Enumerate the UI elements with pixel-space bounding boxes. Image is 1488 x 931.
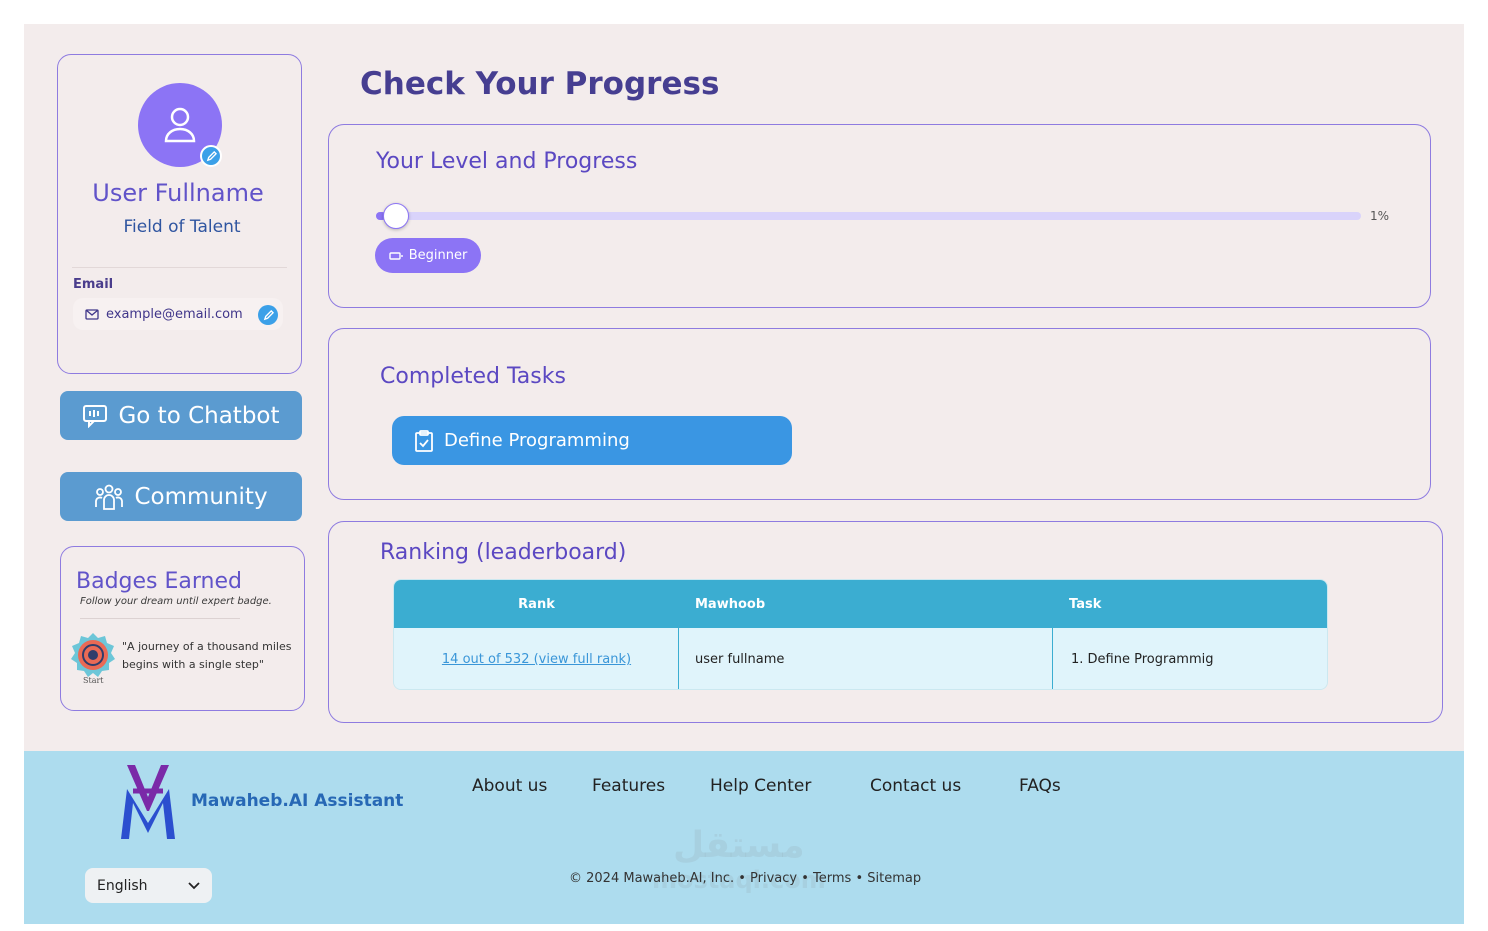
brand-name: Mawaheb.AI Assistant (191, 791, 404, 811)
badges-title: Badges Earned (76, 569, 242, 594)
community-icon (95, 484, 124, 510)
page: User Fullname Field of Talent Email exam… (24, 24, 1464, 924)
badge-quote: "A journey of a thousand miles begins wi… (122, 640, 292, 671)
task-button[interactable]: Define Programming (392, 416, 792, 465)
leaderboard-table: Rank Mawhoob Task 14 out of 532 (view fu… (393, 579, 1328, 690)
divider (80, 618, 240, 619)
email-field[interactable]: example@email.com (73, 298, 283, 330)
user-fullname: User Fullname (92, 179, 264, 207)
footer-link-contact[interactable]: Contact us (870, 776, 961, 796)
footer: Mawaheb.AI Assistant About us Features H… (24, 751, 1464, 924)
ranking-panel: Ranking (leaderboard) Rank Mawhoob Task … (328, 521, 1443, 723)
level-badge: Beginner (375, 238, 481, 273)
table-header-row: Rank Mawhoob Task (394, 580, 1327, 628)
language-select[interactable]: English (85, 868, 212, 903)
badges-subtitle: Follow your dream until expert badge. (80, 596, 272, 607)
badges-card: Badges Earned Follow your dream until ex… (60, 546, 305, 711)
divider (72, 267, 287, 268)
language-value: English (97, 877, 148, 894)
progress-track (376, 212, 1361, 220)
footer-link-about[interactable]: About us (472, 776, 547, 796)
column-header-task: Task (1069, 596, 1102, 612)
watermark-arabic: مستقل (673, 825, 805, 866)
user-icon (164, 107, 196, 143)
footer-link-help-center[interactable]: Help Center (710, 776, 811, 796)
watermark: مستقل mostaql.com (652, 825, 826, 897)
chatbot-label: Go to Chatbot (118, 402, 280, 429)
chevron-down-icon (188, 881, 200, 889)
field-of-talent: Field of Talent (123, 217, 241, 237)
profile-card: User Fullname Field of Talent Email exam… (57, 54, 302, 374)
column-header-rank: Rank (518, 596, 555, 612)
column-header-mawhoob: Mawhoob (695, 596, 766, 612)
start-badge-icon (71, 633, 115, 677)
completed-tasks-panel: Completed Tasks Define Programming (328, 328, 1431, 500)
email-value: example@email.com (106, 306, 243, 322)
progress-percent: 1% (1370, 209, 1390, 223)
mail-icon (85, 308, 99, 320)
avatar-edit-icon[interactable] (200, 145, 222, 167)
level-icon (388, 251, 403, 260)
badge-caption: Start (83, 676, 104, 685)
ranking-title: Ranking (leaderboard) (380, 540, 627, 565)
task-label: Define Programming (444, 430, 630, 451)
level-name: Beginner (408, 248, 468, 263)
email-label: Email (73, 277, 114, 292)
footer-link-features[interactable]: Features (592, 776, 665, 796)
copyright: © 2024 Mawaheb.AI, Inc. • Privacy • Term… (569, 871, 922, 886)
table-row: 14 out of 532 (view full rank) user full… (394, 628, 1327, 689)
page-title: Check Your Progress (360, 66, 720, 102)
mawaheb-logo-icon (121, 765, 175, 839)
community-button[interactable]: Community (60, 472, 302, 521)
footer-link-faqs[interactable]: FAQs (1019, 776, 1061, 796)
go-to-chatbot-button[interactable]: Go to Chatbot (60, 391, 302, 440)
level-progress-panel: Your Level and Progress 1% Beginner (328, 124, 1431, 308)
clipboard-check-icon (415, 429, 433, 452)
view-full-rank-link[interactable]: 14 out of 532 (view full rank) (442, 652, 631, 667)
email-edit-icon[interactable] (258, 305, 278, 325)
column-divider (678, 580, 679, 689)
completed-tasks-title: Completed Tasks (380, 364, 566, 389)
level-title: Your Level and Progress (376, 149, 638, 174)
column-divider (1052, 580, 1053, 689)
progress-handle[interactable] (382, 203, 409, 229)
community-label: Community (134, 483, 268, 510)
rank-cell: 14 out of 532 (view full rank) (394, 628, 679, 689)
chatbot-icon (83, 404, 108, 428)
task-cell: 1. Define Programmig (1071, 652, 1214, 667)
mawhoob-cell: user fullname (695, 652, 785, 667)
